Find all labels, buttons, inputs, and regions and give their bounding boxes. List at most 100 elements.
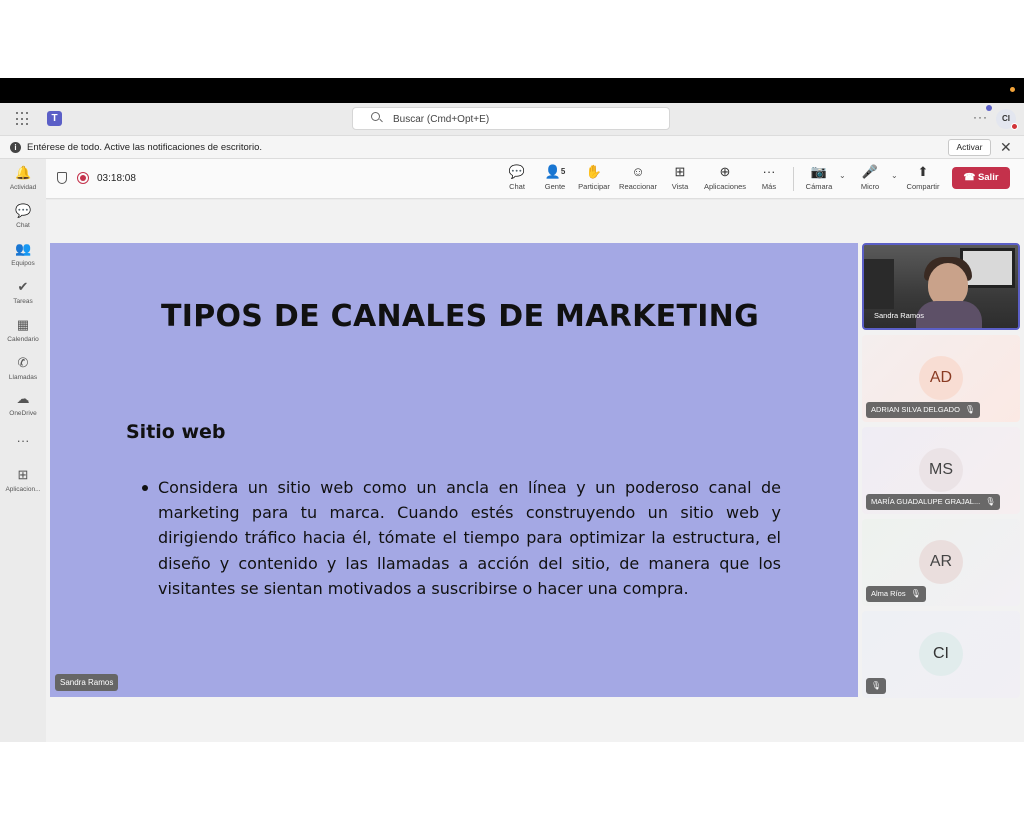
rail-item-chat[interactable]: 💬 Chat (0, 203, 46, 229)
tasks-icon: ✔ (17, 279, 29, 294)
participant-tile[interactable]: CI 🎙 (862, 611, 1020, 698)
control-label: Participar (578, 182, 610, 191)
more-icon: ··· (16, 433, 30, 448)
view-button[interactable]: ⊞ Vista (666, 164, 694, 191)
user-avatar[interactable]: CI (986, 105, 1018, 130)
search-icon (371, 112, 380, 121)
control-label: Aplicaciones (703, 182, 747, 191)
cloud-icon: ☁ (16, 391, 30, 406)
notification-dot (986, 105, 992, 111)
meeting-stage: TIPOS DE CANALES DE MARKETING Sitio web … (46, 200, 1024, 742)
participant-name: Sandra Ramos (874, 311, 925, 320)
menu-bar (0, 78, 1024, 103)
control-label: Vista (671, 182, 689, 191)
view-icon: ⊞ (674, 164, 686, 179)
more-button[interactable]: ··· Más (756, 164, 782, 191)
shield-icon[interactable] (57, 172, 67, 184)
apps-icon: ⊞ (17, 467, 29, 482)
share-button[interactable]: ⬆ Compartir (904, 164, 942, 191)
search-input[interactable] (393, 111, 653, 127)
add-app-icon: ⊕ (719, 164, 731, 179)
participant-tile-video[interactable]: Sandra Ramos (862, 243, 1020, 330)
presenter-name-tag: Sandra Ramos (55, 674, 119, 691)
presence-badge (1011, 123, 1018, 130)
rail-label: Chat (16, 222, 30, 229)
hand-icon: ✋ (585, 164, 603, 179)
chat-icon: 💬 (15, 203, 32, 218)
participant-name-tag: ADRIAN SILVA DELGADO 🎙 (866, 402, 981, 418)
rail-label: Equipos (11, 260, 35, 267)
rail-label: OneDrive (9, 410, 37, 417)
participant-tile[interactable]: AR Alma Ríos 🎙 (862, 519, 1020, 606)
participant-avatar: AR (919, 540, 963, 584)
rail-item-equipos[interactable]: 👥 Equipos (0, 241, 46, 267)
activate-button[interactable]: Activar (948, 139, 991, 156)
share-icon: ⬆ (917, 164, 929, 179)
rail-item-aplicaciones[interactable]: ⊞ Aplicacion... (0, 467, 46, 493)
app-launcher-icon[interactable] (16, 112, 30, 126)
control-label: Gente (544, 182, 566, 191)
recording-icon (77, 172, 89, 184)
rail-label: Calendario (7, 336, 39, 343)
participant-avatar: AD (919, 356, 963, 400)
mic-button[interactable]: 🎤 Micro (856, 164, 884, 191)
rail-item-onedrive[interactable]: ☁ OneDrive (0, 391, 46, 417)
calendar-icon: ▦ (16, 317, 30, 332)
raise-hand-button[interactable]: ✋ Participar (576, 164, 612, 191)
rail-label: Aplicacion... (5, 486, 41, 493)
info-icon: i (10, 142, 21, 153)
people-button[interactable]: 👤5 Gente (540, 164, 570, 191)
teams-logo-icon: T (47, 111, 62, 126)
camera-button[interactable]: 📷 Cámara (802, 164, 836, 191)
user-initials: CI (1002, 114, 1010, 123)
slide-title: TIPOS DE CANALES DE MARKETING (160, 299, 760, 334)
app-rail: 🔔 Actividad 💬 Chat 👥 Equipos ✔ Tareas ▦ … (0, 159, 46, 742)
apps-button[interactable]: ⊕ Aplicaciones (700, 164, 750, 191)
chat-icon: 💬 (508, 164, 526, 179)
rail-more-button[interactable]: ··· (0, 433, 46, 449)
title-bar: T ··· CI (0, 103, 1024, 135)
participant-avatar: CI (919, 632, 963, 676)
participant-name-tag: MARÍA GUADALUPE GRAJAL... 🎙 (866, 494, 1001, 510)
rail-item-actividad[interactable]: 🔔 Actividad (0, 165, 46, 191)
control-label: Reaccionar (619, 182, 657, 191)
react-button[interactable]: ☺ Reaccionar (617, 164, 659, 191)
leave-label: Salir (977, 172, 999, 183)
people-count: 5 (560, 167, 566, 176)
close-icon[interactable]: ✕ (1000, 139, 1012, 155)
teams-window: T ··· CI i Entérese de todo. Active las … (0, 78, 1024, 742)
shared-slide: TIPOS DE CANALES DE MARKETING Sitio web … (50, 243, 858, 697)
rail-item-calendario[interactable]: ▦ Calendario (0, 317, 46, 343)
control-label: Chat (509, 182, 525, 191)
control-label: Más (761, 182, 777, 191)
hangup-icon: ☎ (963, 172, 976, 183)
control-label: Cámara (805, 182, 833, 191)
rail-item-tareas[interactable]: ✔ Tareas (0, 279, 46, 305)
more-options-icon[interactable]: ··· (973, 110, 988, 124)
participant-tile[interactable]: AD ADRIAN SILVA DELGADO 🎙 (862, 335, 1020, 422)
mic-off-icon: 🎙 (910, 589, 921, 598)
leave-button[interactable]: ☎ Salir (952, 167, 1010, 189)
control-label: Micro (860, 182, 880, 191)
notification-banner: i Entérese de todo. Active las notificac… (0, 135, 1024, 159)
mic-options-chevron-icon[interactable]: ⌄ (891, 171, 898, 180)
rail-item-llamadas[interactable]: ✆ Llamadas (0, 355, 46, 381)
meeting-timer: 03:18:08 (97, 173, 136, 184)
participant-tile[interactable]: MS MARÍA GUADALUPE GRAJAL... 🎙 (862, 427, 1020, 514)
participant-avatar: MS (919, 448, 963, 492)
rail-label: Tareas (13, 298, 33, 305)
meeting-toolbar: 03:18:08 💬 Chat 👤5 Gente ✋ Participar ☺ … (46, 159, 1024, 199)
search-box[interactable] (352, 107, 670, 130)
mic-off-icon: 🎙 (985, 497, 996, 506)
smile-icon: ☺ (631, 164, 645, 179)
control-label: Compartir (906, 182, 940, 191)
camera-options-chevron-icon[interactable]: ⌄ (839, 171, 846, 180)
chat-button[interactable]: 💬 Chat (502, 164, 532, 191)
camera-off-icon: 📷 (810, 164, 828, 179)
slide-bullet-text: Considera un sitio web como un ancla en … (158, 478, 781, 598)
people-icon: 👤5 (544, 164, 566, 179)
mic-off-icon: 🎤 (861, 164, 879, 179)
bullet-marker (142, 485, 148, 491)
participant-name-tag: 🎙 (866, 678, 887, 694)
status-dot (1010, 87, 1015, 92)
